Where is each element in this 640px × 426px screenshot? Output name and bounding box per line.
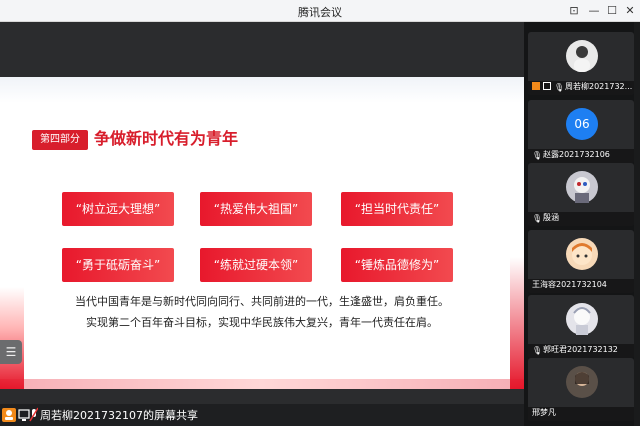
- participants-scrollbar[interactable]: [634, 22, 640, 426]
- participant-name: 赵露2021732106: [543, 150, 610, 159]
- window-title: 腾讯会议: [298, 6, 342, 19]
- slide-heading: 争做新时代有为青年: [94, 129, 239, 148]
- section-badge: 第四部分: [32, 130, 88, 150]
- decoration-bottom: [0, 379, 524, 389]
- host-icon: [532, 82, 540, 90]
- participant-tile[interactable]: 06 🎙赵露2021732106: [528, 100, 634, 163]
- participant-name: 郭旺君2021732132: [543, 345, 618, 354]
- maximize-icon[interactable]: ☐: [604, 3, 620, 19]
- avatar: [566, 303, 598, 335]
- participant-tile[interactable]: 🎙殷涵: [528, 163, 634, 226]
- close-icon[interactable]: ✕: [622, 3, 638, 19]
- screen-icon: [543, 82, 551, 90]
- window-titlebar: 腾讯会议 ⊡ — ☐ ✕: [0, 0, 640, 22]
- pin-icon[interactable]: ⊡: [566, 3, 582, 19]
- participant-tile[interactable]: 🎙郭旺君2021732132: [528, 295, 634, 358]
- participant-name: 邢梦凡: [532, 408, 556, 417]
- avatar: [566, 171, 598, 203]
- slide-text-line: 实现第二个百年奋斗目标，实现中华民族伟大复兴，青年一代责任在肩。: [86, 316, 438, 329]
- avatar: [566, 40, 598, 72]
- participant-name: 殷涵: [543, 213, 559, 222]
- share-status-icon: [2, 407, 38, 422]
- minimize-icon[interactable]: —: [586, 3, 602, 19]
- mic-muted-icon: 🎙: [532, 151, 543, 160]
- slogan-card: “锤炼品德修为”: [341, 248, 453, 282]
- avatar: [566, 238, 598, 270]
- slogan-card: “练就过硬本领”: [200, 248, 312, 282]
- slogan-card: “勇于砥砺奋斗”: [62, 248, 174, 282]
- mic-muted-icon: 🎙: [554, 83, 565, 92]
- participant-tile[interactable]: 王海容2021732104: [528, 230, 634, 293]
- mic-muted-icon: 🎙: [532, 214, 543, 223]
- screen-share-status-bar: 周若柳2021732107的屏幕共享: [0, 404, 524, 426]
- side-toolbar-toggle[interactable]: ☰: [0, 340, 22, 364]
- presentation-slide: 第四部分 争做新时代有为青年 “树立远大理想” “热爱伟大祖国” “担当时代责任…: [0, 77, 524, 389]
- shared-screen-area: 第四部分 争做新时代有为青年 “树立远大理想” “热爱伟大祖国” “担当时代责任…: [0, 22, 524, 426]
- slide-text-line: 当代中国青年是与新时代同向同行、共同前进的一代，生逢盛世，肩负重任。: [75, 295, 449, 308]
- participant-name: 王海容2021732104: [532, 280, 607, 289]
- avatar: 06: [566, 108, 598, 140]
- avatar: [566, 366, 598, 398]
- participant-tile[interactable]: 邢梦凡: [528, 358, 634, 421]
- slogan-card: “担当时代责任”: [341, 192, 453, 226]
- slogan-card: “树立远大理想”: [62, 192, 174, 226]
- mic-muted-icon: 🎙: [532, 346, 543, 355]
- participant-name: 周若柳2021732...: [565, 82, 633, 91]
- participant-tile[interactable]: 🎙周若柳2021732...: [528, 32, 634, 95]
- slogan-card: “热爱伟大祖国”: [200, 192, 312, 226]
- sharer-label: 周若柳2021732107的屏幕共享: [40, 409, 198, 422]
- participants-panel[interactable]: 🎙周若柳2021732... 06 🎙赵露2021732106 🎙殷涵 王海容2…: [524, 22, 640, 426]
